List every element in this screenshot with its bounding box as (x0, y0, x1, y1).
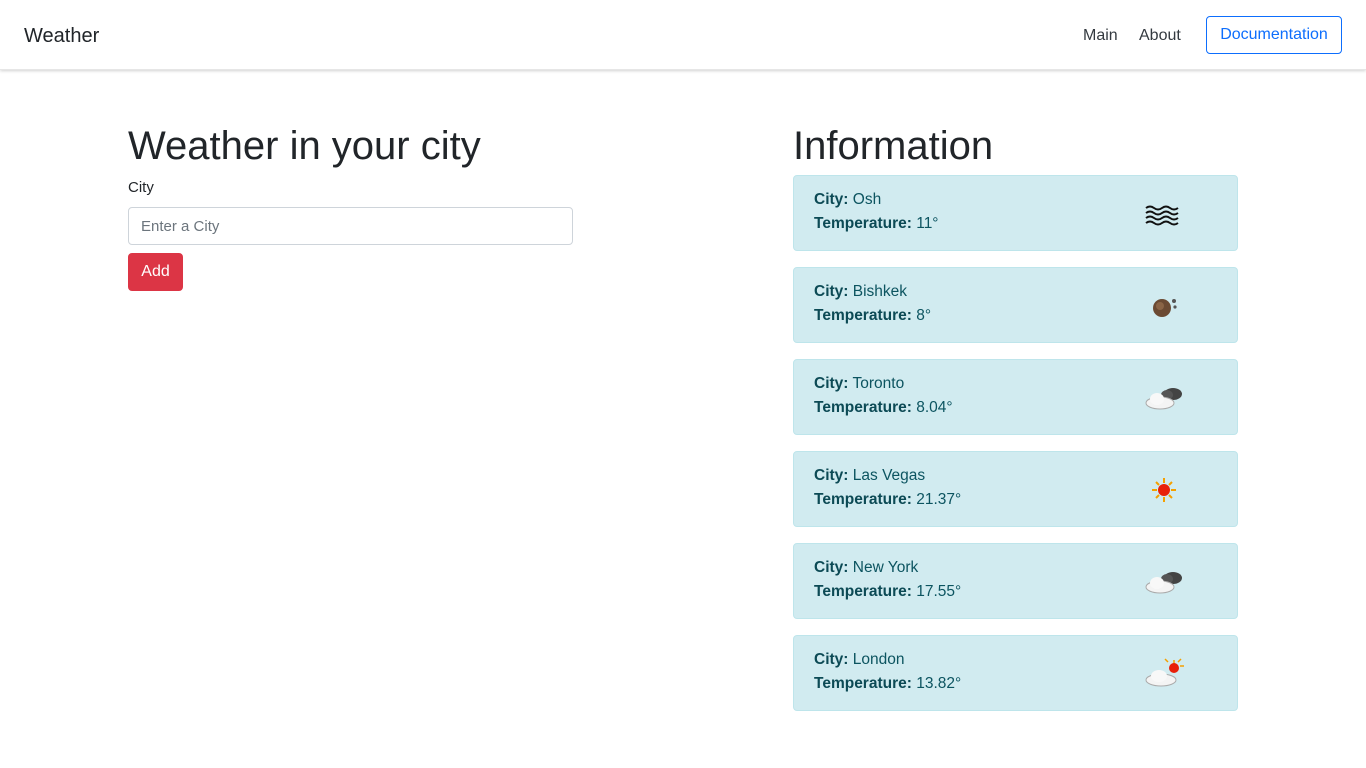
city-label: City: (814, 559, 849, 576)
nav-link-about[interactable]: About (1139, 26, 1181, 46)
city-name: Las Vegas (852, 467, 926, 484)
city-label: City: (814, 651, 849, 668)
temperature-value: 8.04° (916, 399, 953, 416)
nav-link-main[interactable]: Main (1083, 26, 1118, 46)
city-name: Bishkek (852, 283, 908, 300)
temperature-label: Temperature: (814, 399, 912, 416)
weather-card: City: London Temperature: 13.82° (793, 635, 1238, 711)
weather-card: City: New York Temperature: 17.55° (793, 543, 1238, 619)
temperature-label: Temperature: (814, 675, 912, 692)
mist-icon (1145, 205, 1179, 226)
city-label: City: (814, 467, 849, 484)
temperature-value: 11° (916, 215, 939, 232)
weather-card: City: Osh Temperature: 11° (793, 175, 1238, 251)
weather-card: City: Las Vegas Temperature: 21.37° (793, 451, 1238, 527)
city-label: City: (814, 191, 849, 208)
brand-link[interactable]: Weather (24, 24, 99, 48)
temperature-value: 8° (916, 307, 932, 324)
few-clouds-icon (1145, 658, 1184, 687)
city-label: City: (814, 375, 849, 392)
temperature-value: 13.82° (916, 675, 962, 692)
navbar: Weather Main About Documentation (0, 0, 1366, 70)
city-label: City (128, 179, 154, 196)
city-input[interactable] (128, 207, 573, 245)
smoke-icon (1153, 299, 1177, 317)
weather-card: City: Toronto Temperature: 8.04° (793, 359, 1238, 435)
broken-clouds-icon (1145, 388, 1182, 410)
broken-clouds-icon (1145, 572, 1182, 594)
temperature-value: 21.37° (916, 491, 962, 508)
city-name: Osh (852, 191, 882, 208)
city-name: New York (852, 559, 919, 576)
documentation-button[interactable]: Documentation (1206, 16, 1342, 54)
temperature-label: Temperature: (814, 307, 912, 324)
clear-sky-icon (1152, 478, 1176, 502)
add-button[interactable]: Add (128, 253, 183, 291)
temperature-label: Temperature: (814, 583, 912, 600)
temperature-label: Temperature: (814, 215, 912, 232)
information-title: Information (793, 124, 994, 168)
temperature-label: Temperature: (814, 491, 912, 508)
weather-card: City: Bishkek Temperature: 8° (793, 267, 1238, 343)
city-name: London (852, 651, 905, 668)
form-title: Weather in your city (128, 124, 481, 168)
city-label: City: (814, 283, 849, 300)
temperature-value: 17.55° (916, 583, 962, 600)
city-name: Toronto (852, 375, 905, 392)
